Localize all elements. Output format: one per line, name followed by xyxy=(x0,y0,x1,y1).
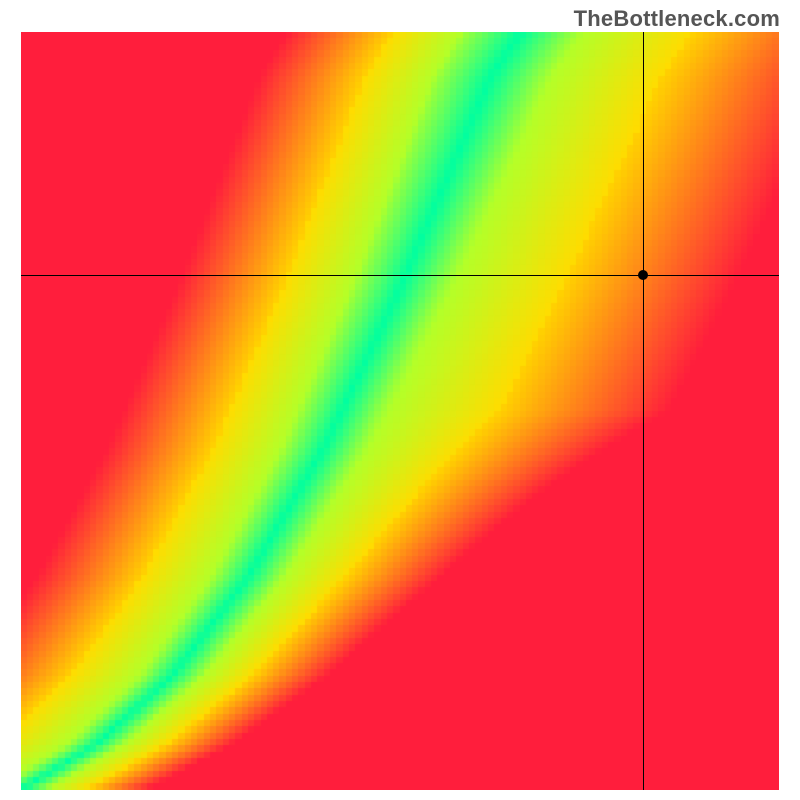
watermark-text: TheBottleneck.com xyxy=(574,6,780,32)
selection-marker-dot xyxy=(638,270,648,280)
crosshair-horizontal xyxy=(21,275,779,276)
crosshair-vertical xyxy=(643,32,644,790)
bottleneck-heatmap xyxy=(21,32,779,790)
